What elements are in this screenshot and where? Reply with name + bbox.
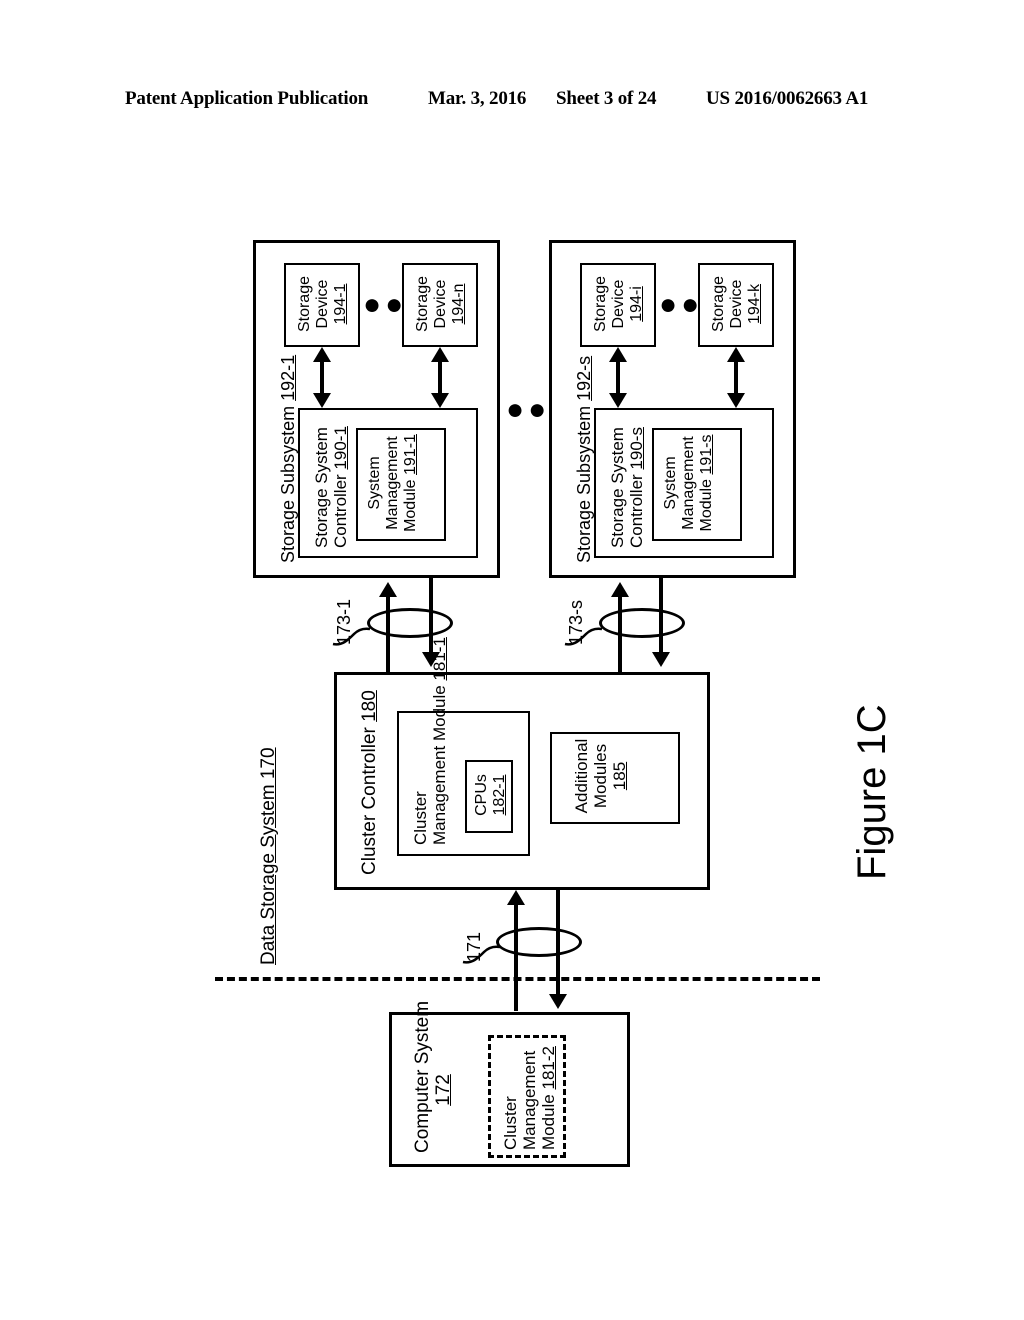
cpus-182-1-label: CPUs 182-1 xyxy=(473,774,508,816)
storage-device-194-k: Storage Device 194-k xyxy=(698,263,774,347)
cluster-management-module-181-2: Cluster Management Module 181-2 xyxy=(488,1035,566,1158)
arrow-up-devi xyxy=(609,347,627,362)
storage-system-controller-190-s: Storage System Controller 190-s System M… xyxy=(594,408,774,558)
computer-system-172-label: Computer System 172 xyxy=(412,1000,455,1153)
additional-modules-185-label: Additional Modules 185 xyxy=(572,738,630,814)
cpus-182-1: CPUs 182-1 xyxy=(465,760,513,833)
system-management-module-191-s-label: System Management Module 191-s xyxy=(662,434,715,532)
bus-171-up-arrow xyxy=(507,890,525,905)
header-date: Mar. 3, 2016 xyxy=(428,88,527,109)
bus-173-s-up-arrow xyxy=(611,582,629,597)
system-management-module-191-s: System Management Module 191-s xyxy=(652,428,742,541)
header-sheet: Sheet 3 of 24 xyxy=(556,88,657,109)
bus-173-1-label: 173-1 xyxy=(334,598,354,645)
storage-subsystem-1-label: Storage Subsystem 192-1 xyxy=(278,354,298,563)
storage-subsystem-1: Storage Subsystem 192-1 Storage Device 1… xyxy=(253,240,500,578)
cluster-controller-180: Cluster Controller 180 Cluster Managemen… xyxy=(334,637,710,890)
cluster-management-module-181-2-label: Cluster Management Module 181-2 xyxy=(501,1046,559,1150)
arrow-down-devi xyxy=(609,393,627,408)
arrow-up-dev1 xyxy=(313,347,331,362)
header-publication: Patent Application Publication xyxy=(125,88,369,109)
bus-173-1-up-arrow xyxy=(379,582,397,597)
storage-device-194-1: Storage Device 194-1 xyxy=(284,263,360,347)
arrow-up-devn xyxy=(431,347,449,362)
storage-device-194-i: Storage Device 194-i xyxy=(580,263,656,347)
storage-device-194-n: Storage Device 194-n xyxy=(402,263,478,347)
storage-device-194-1-label: Storage Device 194-1 xyxy=(296,275,349,333)
additional-modules-185: Additional Modules 185 xyxy=(550,732,680,824)
storage-system-controller-190-1-label: Storage System Controller 190-1 xyxy=(312,426,351,548)
computer-system-172: Computer System 172 Cluster Management M… xyxy=(389,1000,630,1167)
cluster-management-module-181-1-label: Cluster Management Module 181-1 xyxy=(411,637,450,845)
storage-device-194-n-label: Storage Device 194-n xyxy=(414,275,467,333)
storage-device-194-i-label: Storage Device 194-i xyxy=(592,275,645,333)
bus-171-label: 171 xyxy=(464,931,484,962)
bus-173-s-label: 173-s xyxy=(566,599,586,645)
cluster-management-module-181-1: Cluster Management Module 181-1 CPUs 182… xyxy=(397,637,530,856)
arrow-down-dev1 xyxy=(313,393,331,408)
patent-figure-page: Patent Application Publication Mar. 3, 2… xyxy=(0,0,1024,1320)
cluster-controller-180-label: Cluster Controller 180 xyxy=(359,690,380,875)
storage-subsystem-s: Storage Subsystem 192-s Storage Device 1… xyxy=(549,240,796,578)
arrow-up-devk xyxy=(727,347,745,362)
arrow-down-devk xyxy=(727,393,745,408)
storage-system-controller-190-1: Storage System Controller 190-1 System M… xyxy=(298,408,478,558)
storage-subsystem-s-label: Storage Subsystem 192-s xyxy=(574,355,594,563)
system-management-module-191-1: System Management Module 191-1 xyxy=(356,428,446,541)
system-management-module-191-1-label: System Management Module 191-1 xyxy=(366,434,419,532)
data-storage-system-label: Data Storage System 170 xyxy=(258,747,279,965)
system-boundary-dashed-line xyxy=(215,977,820,981)
figure-caption: Figure 1C xyxy=(850,704,894,880)
storage-device-194-k-label: Storage Device 194-k xyxy=(710,275,763,333)
header-patent-number: US 2016/0062663 A1 xyxy=(706,88,869,109)
bus-171-down-arrow xyxy=(549,994,567,1009)
bus-171-up-line xyxy=(514,905,518,1011)
storage-system-controller-190-s-label: Storage System Controller 190-s xyxy=(608,427,647,548)
bus-173-s-down-arrow xyxy=(652,652,670,667)
arrow-down-devn xyxy=(431,393,449,408)
